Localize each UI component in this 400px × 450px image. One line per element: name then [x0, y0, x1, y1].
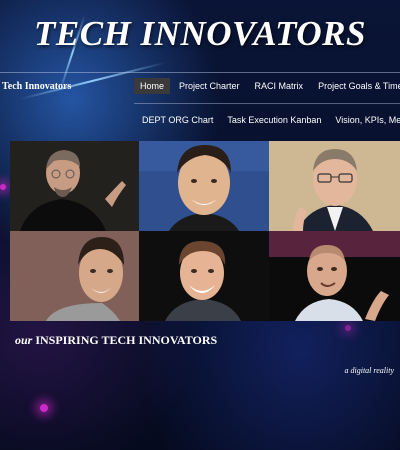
tagline-main: INSPIRING TECH INNOVATORS	[35, 333, 218, 347]
innovator-photo	[139, 231, 269, 321]
portrait-bald-presenting-icon	[269, 231, 400, 321]
nav-vision-kpis-metrics[interactable]: Vision, KPIs, Metrics	[329, 112, 400, 128]
nav-project-charter[interactable]: Project Charter	[173, 78, 246, 94]
glow-dot	[0, 184, 6, 190]
portrait-curly-hair-smiling-icon	[139, 231, 269, 321]
nav-home[interactable]: Home	[134, 78, 171, 94]
innovators-photo-grid	[10, 141, 400, 321]
innovator-photo	[269, 141, 400, 231]
nav-task-execution-kanban[interactable]: Task Execution Kanban	[221, 112, 327, 128]
site-name[interactable]: Tech Innovators	[2, 81, 71, 92]
nav-divider	[134, 103, 400, 104]
portrait-gray-hair-glasses-suit-icon	[269, 141, 400, 231]
nav-raci-matrix[interactable]: RACI Matrix	[249, 78, 310, 94]
portrait-bald-glasses-black-turtleneck-icon	[10, 141, 139, 231]
glow-dot	[345, 325, 351, 331]
portrait-dark-hair-gray-sweater-icon	[10, 231, 139, 321]
nav-project-goals-timeline[interactable]: Project Goals & Timeline	[312, 78, 400, 94]
glow-dot	[40, 404, 48, 412]
innovator-photo	[10, 141, 139, 231]
tagline: our INSPIRING TECH INNOVATORS	[15, 333, 217, 348]
nav-dept-org-chart[interactable]: DEPT ORG Chart	[136, 112, 219, 128]
innovator-photo	[10, 231, 139, 321]
tagline-prefix: our	[15, 333, 33, 347]
banner-title: TECH INNOVATORS	[34, 14, 366, 53]
innovator-photo	[269, 231, 400, 321]
subtagline: a digital reality	[344, 366, 394, 375]
main-nav-row2: DEPT ORG Chart Task Execution Kanban Vis…	[136, 112, 400, 128]
portrait-dark-hair-smiling-icon	[139, 141, 269, 231]
innovator-photo	[139, 141, 269, 231]
main-nav: Home Project Charter RACI Matrix Project…	[134, 78, 400, 94]
header-divider	[0, 72, 400, 73]
